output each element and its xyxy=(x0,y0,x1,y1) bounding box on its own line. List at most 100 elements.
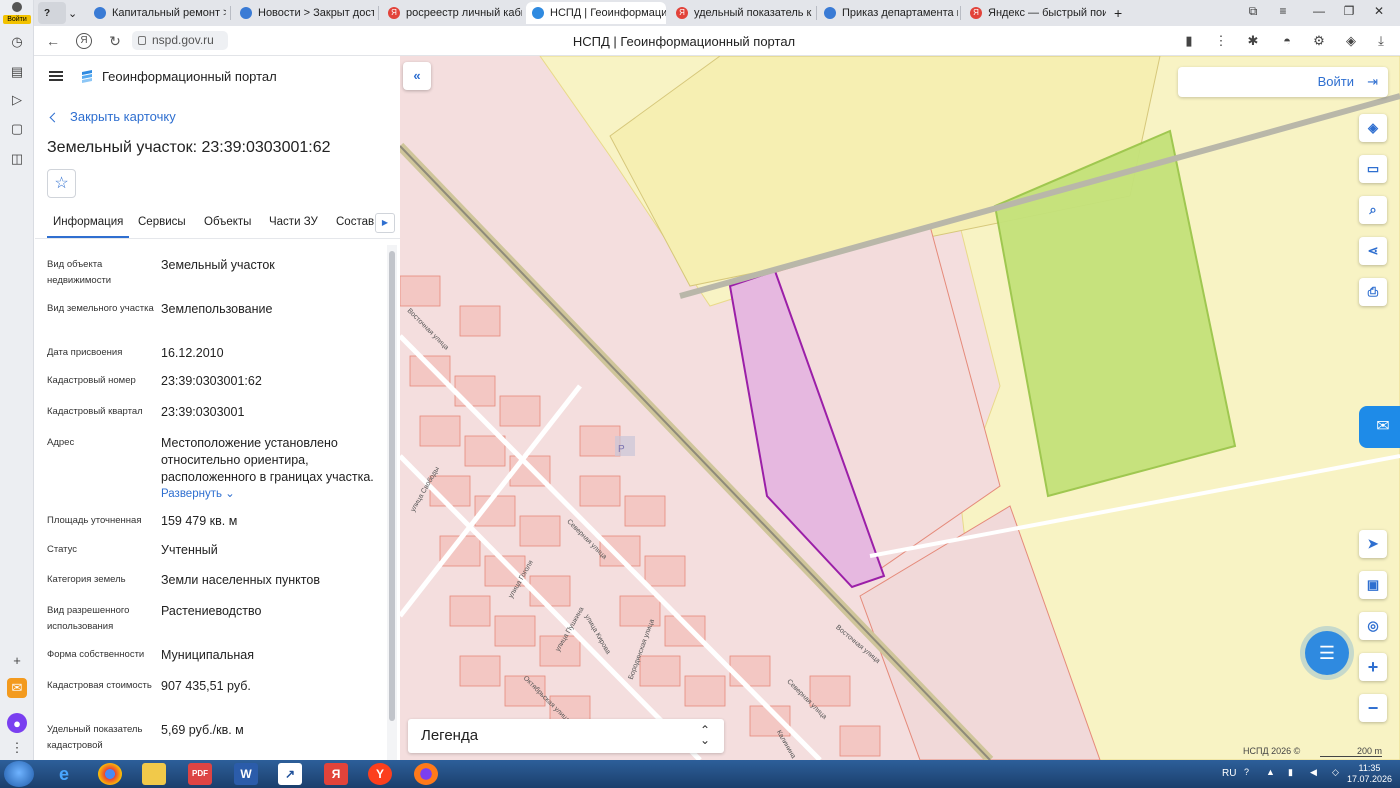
hamburger-menu-icon[interactable] xyxy=(49,71,63,81)
chat-support-button[interactable]: ☰ xyxy=(1305,631,1349,675)
extension-k-icon[interactable]: ✱ xyxy=(1244,33,1262,49)
tab-nspd-active[interactable]: НСПД | Геоинформацио ✕ xyxy=(526,2,666,24)
extension-cube-icon[interactable]: ◈ xyxy=(1342,33,1360,49)
chrome-icon[interactable] xyxy=(98,763,122,785)
tab-label: Капитальный ремонт > Г xyxy=(112,7,226,19)
geolocation-icon[interactable]: ◎ xyxy=(1359,612,1387,640)
attribute-value: Растениеводство xyxy=(161,604,262,618)
mail-icon[interactable]: ✉ xyxy=(7,678,27,698)
map-view[interactable]: P Восточная улица улица Свободы Северная… xyxy=(400,56,1400,760)
print-icon[interactable]: ⎙ xyxy=(1359,278,1387,306)
tab-manager-icon[interactable]: ⧉ xyxy=(1244,4,1262,19)
expand-collapse-icon[interactable]: ⌃ ⌄ xyxy=(700,724,710,746)
add-panel-icon[interactable]: + xyxy=(7,650,27,670)
notification-icon[interactable]: ◇ xyxy=(1332,767,1339,778)
menu-dots-icon[interactable]: ⋮ xyxy=(1212,33,1230,49)
locate-me-icon[interactable]: ➤ xyxy=(1359,530,1387,558)
firefox-icon[interactable] xyxy=(414,763,438,785)
tab-rosreestr[interactable]: Я росреестр личный кабин xyxy=(382,2,522,24)
expand-link[interactable]: Развернуть ⌄ xyxy=(161,486,381,503)
browser-side-rail: Войти ◷ ▤ ▷ ▢ ◫ + ✉ ● ⋮ xyxy=(0,0,34,760)
attribute-key: Удельный показатель кадастровой xyxy=(47,724,143,751)
windows-taskbar: e PDF W ↗ Я Y RU ? ▲ ▮ ◀ ◇ 11:35 17.07.2… xyxy=(0,760,1400,788)
reload-button[interactable]: ↻ xyxy=(106,32,124,50)
layers-icon[interactable]: ◈ xyxy=(1359,114,1387,142)
legend-panel[interactable]: Легенда ⌃ ⌄ xyxy=(408,719,724,753)
attribute-value: Учтенный xyxy=(161,543,218,557)
chevron-down-icon: ⌄ xyxy=(225,488,235,500)
internet-explorer-icon[interactable]: e xyxy=(52,763,76,785)
tab-list-chevron-icon[interactable]: ⌄ xyxy=(62,2,82,24)
download-icon[interactable]: ⤓ xyxy=(1372,33,1390,49)
close-card-link[interactable]: Закрыть карточку xyxy=(47,109,176,124)
back-button[interactable]: ← xyxy=(44,32,62,50)
pdf-reader-icon[interactable]: PDF xyxy=(188,763,212,785)
tab-yandex[interactable]: Я Яндекс — быстрый поиск xyxy=(964,2,1106,24)
more-icon[interactable]: ⋮ xyxy=(7,738,27,758)
gosuslugi-widget-icon[interactable]: ✉ xyxy=(1359,406,1400,448)
tab-parts[interactable]: Части ЗУ xyxy=(269,216,318,228)
map-canvas[interactable]: P xyxy=(400,56,1400,760)
help-icon[interactable]: ? xyxy=(1244,767,1249,777)
calendar-icon[interactable]: ▢ xyxy=(7,119,27,139)
input-language[interactable]: RU xyxy=(1222,768,1236,779)
ruler-icon[interactable]: ▭ xyxy=(1359,155,1387,183)
yandex-browser-icon[interactable]: Y xyxy=(368,763,392,785)
network-icon[interactable]: ▮ xyxy=(1288,767,1293,778)
alice-icon[interactable]: ● xyxy=(7,713,27,733)
card-tabs: Информация Сервисы Объекты Части ЗУ Сост… xyxy=(35,207,400,239)
zoom-in-button[interactable]: + xyxy=(1359,653,1387,681)
object-card-panel: Геоинформационный портал Закрыть карточк… xyxy=(35,57,400,760)
user-login-badge[interactable]: Войти xyxy=(3,2,31,24)
screenshot-icon[interactable]: ◫ xyxy=(7,149,27,169)
bookmark-icon[interactable]: ▮ xyxy=(1180,33,1198,49)
url-field[interactable]: nspd.gov.ru xyxy=(132,31,228,50)
login-button[interactable]: Войти ⇥ xyxy=(1178,67,1388,97)
tab-composition[interactable]: Состав xyxy=(336,216,374,228)
attribute-value: 5,69 руб./кв. м xyxy=(161,723,244,737)
new-tab-button[interactable]: + xyxy=(1108,2,1128,24)
lock-icon xyxy=(138,36,146,45)
word-icon[interactable]: W xyxy=(234,763,258,785)
tab-objects[interactable]: Объекты xyxy=(204,216,251,228)
minimap-icon[interactable]: ▣ xyxy=(1359,571,1387,599)
clock[interactable]: 11:35 17.07.2026 xyxy=(1347,763,1392,785)
system-tray: RU ? ▲ ▮ ◀ ◇ 11:35 17.07.2026 xyxy=(1222,762,1392,786)
tab-udelny[interactable]: Я удельный показатель кад xyxy=(670,2,812,24)
collapse-panel-button[interactable]: « xyxy=(403,62,431,90)
attribute-key: Статус xyxy=(47,544,78,555)
tab-kapremont[interactable]: Капитальный ремонт > Г xyxy=(88,2,226,24)
extensions-puzzle-icon[interactable]: ⚙ xyxy=(1310,33,1328,49)
attribute-key: Дата присвоения xyxy=(47,347,123,358)
tabs-next-button[interactable]: ▶ xyxy=(375,213,395,233)
yandex-logo-icon[interactable]: Я xyxy=(76,33,92,49)
volume-icon[interactable]: ◀ xyxy=(1310,767,1317,778)
file-explorer-icon[interactable] xyxy=(142,763,166,785)
minimize-button[interactable]: — xyxy=(1310,4,1328,18)
downloads-icon[interactable]: ≡ xyxy=(1274,4,1292,18)
app-icon[interactable]: ↗ xyxy=(278,763,302,785)
scrollbar-thumb[interactable] xyxy=(389,251,395,721)
map-scale-bar: 200 m xyxy=(1320,746,1382,757)
tray-arrow-icon[interactable]: ▲ xyxy=(1266,767,1275,777)
start-button[interactable] xyxy=(4,761,34,787)
maximize-button[interactable]: ❐ xyxy=(1340,4,1358,18)
attribute-value: Местоположение установлено относительно … xyxy=(161,435,381,503)
tab-services[interactable]: Сервисы xyxy=(138,216,186,228)
extension-hat-icon[interactable]: ◓ xyxy=(1278,33,1296,49)
select-area-icon[interactable]: ⌕ xyxy=(1359,196,1387,224)
history-icon[interactable]: ◷ xyxy=(7,32,27,52)
tab-favicon-icon xyxy=(94,7,106,19)
collections-icon[interactable]: ▤ xyxy=(7,62,27,82)
zoom-out-button[interactable]: − xyxy=(1359,694,1387,722)
tab-prikaz[interactable]: Приказ департамента им xyxy=(818,2,958,24)
panel-scrollbar[interactable] xyxy=(387,245,397,760)
video-icon[interactable]: ▷ xyxy=(7,90,27,110)
share-icon[interactable]: ⋖ xyxy=(1359,237,1387,265)
tab-news[interactable]: Новости > Закрыт доступ xyxy=(234,2,374,24)
tab-information[interactable]: Информация xyxy=(47,216,130,238)
portal-logo-icon xyxy=(82,70,92,83)
yandex-app-icon[interactable]: Я xyxy=(324,763,348,785)
close-window-button[interactable]: ✕ xyxy=(1370,4,1388,18)
favorite-star-button[interactable]: ☆ xyxy=(47,169,76,198)
